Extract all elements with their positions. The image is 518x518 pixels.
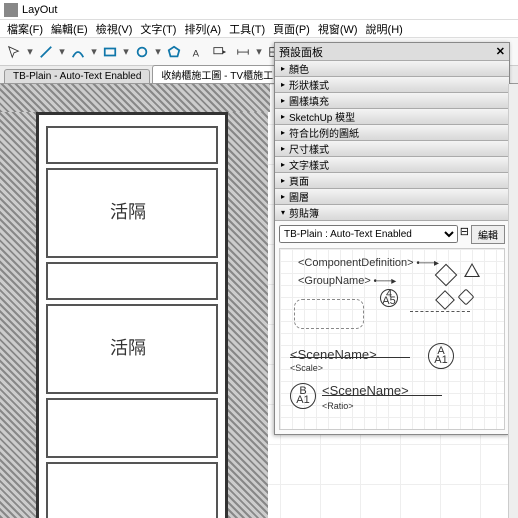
hatch-right: [228, 112, 268, 518]
scrapbook-select[interactable]: TB-Plain : Auto-Text Enabled: [279, 225, 458, 243]
scrapbook-body: TB-Plain : Auto-Text Enabled ⊟ 編輯 <Compo…: [275, 221, 509, 434]
select-dropdown[interactable]: ▾: [27, 42, 33, 62]
vertical-scrollbar[interactable]: [508, 84, 518, 518]
menu-arrange[interactable]: 排列(A): [181, 21, 224, 37]
panel-sketchup-model[interactable]: SketchUp 模型: [275, 109, 509, 125]
scrap-badge-b[interactable]: BA1: [290, 383, 316, 409]
menu-bar[interactable]: 檔案(F) 編輯(E) 檢視(V) 文字(T) 排列(A) 工具(T) 頁面(P…: [0, 20, 518, 38]
scrapbook-edit-button[interactable]: 編輯: [471, 225, 505, 244]
poly-tool[interactable]: [164, 42, 184, 62]
circle-dropdown[interactable]: ▾: [155, 42, 161, 62]
panel-scaled-drawing[interactable]: 符合比例的圖紙: [275, 125, 509, 141]
text-tool[interactable]: A: [187, 42, 207, 62]
menu-window[interactable]: 視窗(W): [315, 21, 361, 37]
select-tool[interactable]: [4, 42, 24, 62]
circle-tool[interactable]: [132, 42, 152, 62]
app-icon: [4, 3, 18, 17]
scrapbook-collapse-icon[interactable]: ⊟: [460, 225, 469, 244]
scrap-scene1[interactable]: <SceneName>: [290, 347, 377, 362]
tray-title-text: 預設面板: [279, 44, 323, 60]
tray-close-icon[interactable]: ✕: [496, 45, 505, 58]
label-2: 活隔: [110, 334, 146, 360]
line-dropdown[interactable]: ▾: [59, 42, 65, 62]
shelf-5: [46, 398, 218, 458]
menu-edit[interactable]: 編輯(E): [48, 21, 91, 37]
rect-dropdown[interactable]: ▾: [123, 42, 129, 62]
menu-pages[interactable]: 頁面(P): [270, 21, 313, 37]
panel-pages[interactable]: 頁面: [275, 173, 509, 189]
dimension-tool[interactable]: [233, 42, 253, 62]
panel-text-style[interactable]: 文字樣式: [275, 157, 509, 173]
menu-help[interactable]: 說明(H): [363, 21, 406, 37]
label-1: 活隔: [110, 198, 146, 224]
scrap-component[interactable]: <ComponentDefinition> •──▸: [298, 257, 439, 269]
scrap-ratio[interactable]: <Ratio>: [322, 401, 354, 411]
shelf-3: [46, 262, 218, 300]
scrap-triangle-icon[interactable]: [464, 263, 480, 275]
line-tool[interactable]: [36, 42, 56, 62]
scrap-divider1: [290, 357, 410, 358]
scrap-hex2-icon[interactable]: [438, 293, 452, 310]
panel-colors[interactable]: 顏色: [275, 61, 509, 77]
arc-tool[interactable]: [68, 42, 88, 62]
menu-tools[interactable]: 工具(T): [226, 21, 268, 37]
scrap-group[interactable]: <GroupName> •──▸: [298, 275, 396, 287]
arc-dropdown[interactable]: ▾: [91, 42, 97, 62]
hatch-left: [0, 112, 36, 518]
scrap-scale[interactable]: <Scale>: [290, 363, 323, 373]
dim-dropdown[interactable]: ▾: [256, 42, 262, 62]
panel-shape-style[interactable]: 形狀樣式: [275, 77, 509, 93]
panel-pattern-fill[interactable]: 圖樣填充: [275, 93, 509, 109]
scrap-divider2: [322, 395, 442, 396]
hatch-top: [0, 84, 270, 112]
scrap-hex-icon[interactable]: [438, 267, 454, 286]
menu-file[interactable]: 檔案(F): [4, 21, 46, 37]
scrap-dashed-line[interactable]: [410, 311, 470, 312]
scrap-revision-cloud[interactable]: [294, 299, 364, 329]
default-tray[interactable]: 預設面板 ✕ 顏色 形狀樣式 圖樣填充 SketchUp 模型 符合比例的圖紙 …: [274, 42, 510, 435]
title-bar: LayOut: [0, 0, 518, 20]
scrap-badge-4a5[interactable]: 4A5: [380, 289, 398, 307]
menu-text[interactable]: 文字(T): [137, 21, 179, 37]
app-title: LayOut: [22, 4, 57, 16]
panel-dimension-style[interactable]: 尺寸樣式: [275, 141, 509, 157]
rect-tool[interactable]: [100, 42, 120, 62]
tab-drawing[interactable]: 收納櫃施工圖 - TV櫃施工圖: [152, 65, 292, 83]
panel-scrapbooks[interactable]: 剪貼簿: [275, 205, 509, 221]
scrap-diamond-icon[interactable]: [460, 291, 472, 306]
label-tool[interactable]: [210, 42, 230, 62]
scrap-badge-a[interactable]: AA1: [428, 343, 454, 369]
shelf-6: [46, 462, 218, 518]
menu-view[interactable]: 檢視(V): [93, 21, 136, 37]
svg-text:A: A: [193, 48, 200, 59]
tray-titlebar[interactable]: 預設面板 ✕: [275, 43, 509, 61]
scrapbook-canvas[interactable]: <ComponentDefinition> •──▸ <GroupName> •…: [279, 248, 505, 430]
panel-layers[interactable]: 圖層: [275, 189, 509, 205]
shelf-1: [46, 126, 218, 164]
tab-tbplain[interactable]: TB-Plain - Auto-Text Enabled: [4, 69, 150, 83]
